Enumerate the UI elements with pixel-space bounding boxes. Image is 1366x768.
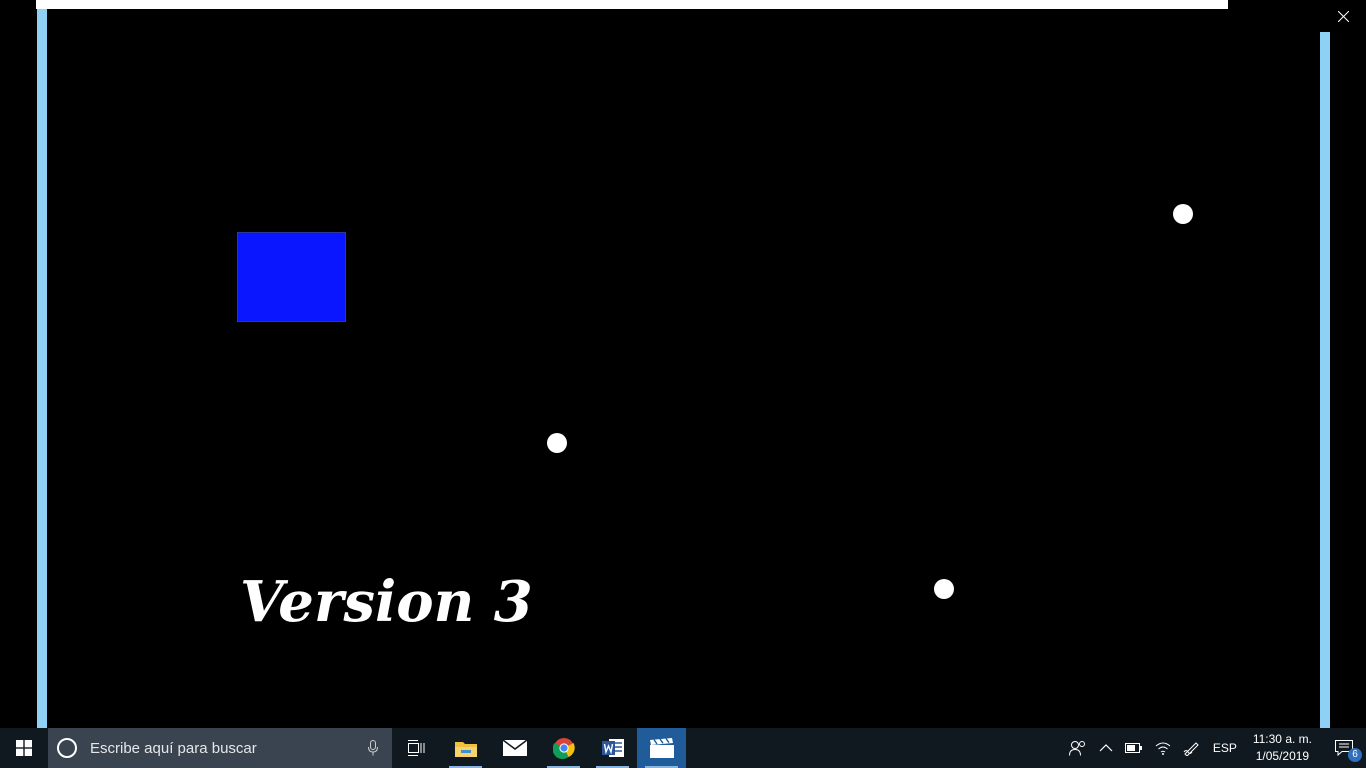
- people-button[interactable]: [1063, 728, 1093, 768]
- network-button[interactable]: [1149, 728, 1177, 768]
- wifi-icon: [1155, 742, 1171, 755]
- pen-workspace-button[interactable]: [1177, 728, 1207, 768]
- search-box[interactable]: Escribe aquí para buscar: [48, 728, 392, 768]
- close-icon: [1337, 10, 1349, 22]
- task-view-icon: [407, 740, 424, 756]
- video-editor-button[interactable]: [637, 728, 686, 768]
- clock[interactable]: 11:30 a. m. 1/05/2019: [1243, 731, 1322, 765]
- left-wall: [37, 9, 47, 728]
- language-indicator[interactable]: ESP: [1207, 728, 1243, 768]
- clock-date: 1/05/2019: [1255, 749, 1310, 763]
- video-editor-icon: [649, 738, 674, 758]
- file-explorer-button[interactable]: [441, 728, 490, 768]
- title-bar[interactable]: [36, 0, 1228, 9]
- game-window: Version 3: [0, 0, 1366, 728]
- pen-icon: [1183, 742, 1199, 756]
- battery-button[interactable]: [1119, 728, 1149, 768]
- mail-icon: [502, 740, 527, 756]
- start-button[interactable]: [0, 728, 48, 768]
- mail-button[interactable]: [490, 728, 539, 768]
- word-button[interactable]: [588, 728, 637, 768]
- clock-time: 11:30 a. m.: [1252, 732, 1312, 746]
- ball: [547, 433, 567, 453]
- microphone-icon[interactable]: [368, 740, 378, 756]
- version-title: Version 3: [240, 569, 533, 635]
- player-square[interactable]: [237, 232, 346, 322]
- battery-icon: [1124, 743, 1142, 753]
- search-placeholder: Escribe aquí para buscar: [90, 739, 257, 757]
- show-hidden-icons-button[interactable]: [1093, 728, 1119, 768]
- action-center-button[interactable]: 6: [1322, 728, 1366, 768]
- taskbar: Escribe aquí para buscar ESP 11:30 a. m.…: [0, 728, 1366, 768]
- notification-count-badge: 6: [1348, 748, 1362, 762]
- right-wall: [1320, 32, 1330, 728]
- cortana-icon: [57, 738, 77, 758]
- windows-logo-icon: [16, 740, 32, 756]
- file-explorer-icon: [454, 742, 477, 757]
- ball: [1173, 204, 1193, 224]
- word-icon: [601, 739, 624, 757]
- people-icon: [1068, 741, 1085, 756]
- ball: [934, 579, 954, 599]
- task-view-button[interactable]: [392, 728, 441, 768]
- chevron-up-icon: [1099, 744, 1113, 752]
- close-button[interactable]: [1320, 0, 1366, 32]
- chrome-button[interactable]: [539, 728, 588, 768]
- game-canvas[interactable]: Version 3: [47, 9, 1320, 728]
- chrome-icon: [552, 738, 575, 759]
